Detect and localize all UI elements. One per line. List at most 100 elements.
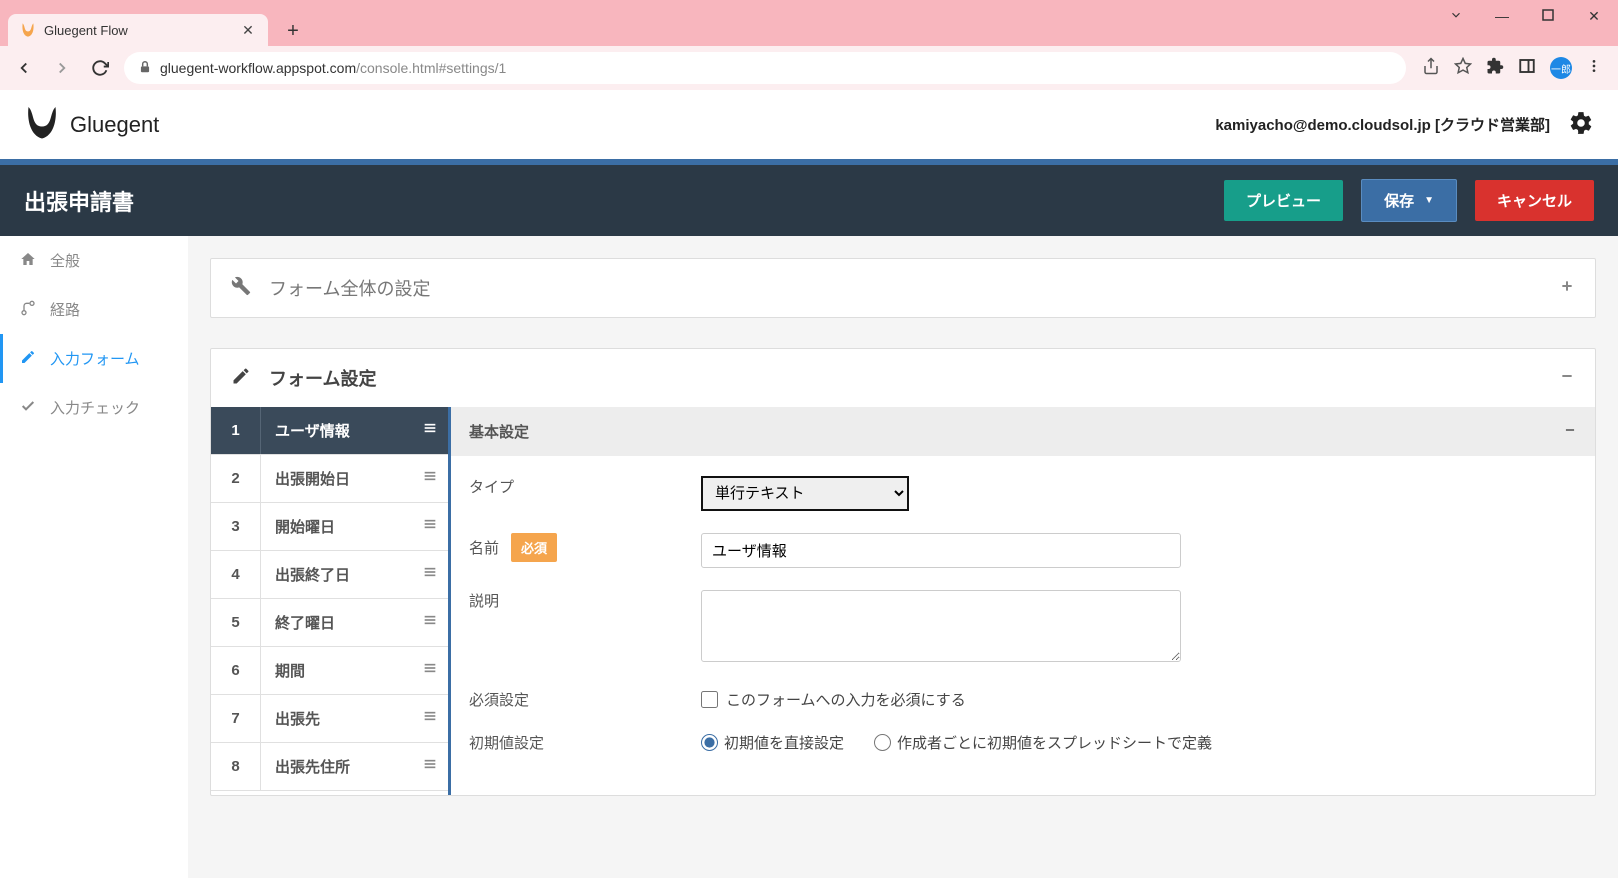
url-text: gluegent-workflow.appspot.com/console.ht… [160, 60, 506, 76]
field-name: 終了曜日 [261, 612, 412, 633]
window-maximize-icon[interactable] [1534, 8, 1562, 25]
field-row[interactable]: 1ユーザ情報 [211, 407, 448, 455]
cancel-button[interactable]: キャンセル [1475, 180, 1594, 221]
bookmark-icon[interactable] [1454, 57, 1472, 80]
field-list: 1ユーザ情報2出張開始日3開始曜日4出張終了日5終了曜日6期間7出張先8出張先住… [211, 407, 451, 795]
tab-close-icon[interactable]: ✕ [240, 22, 256, 38]
name-input[interactable] [701, 533, 1181, 568]
type-select[interactable]: 単行テキスト [701, 476, 909, 511]
window-chevron-icon[interactable] [1442, 8, 1470, 25]
field-name: 開始曜日 [261, 516, 412, 537]
field-name: ユーザ情報 [261, 420, 412, 441]
home-icon [20, 251, 36, 271]
wrench-icon [231, 276, 251, 301]
profile-avatar[interactable]: 一郎 [1550, 57, 1572, 79]
desc-label: 説明 [469, 590, 499, 611]
field-menu-icon[interactable] [412, 708, 448, 729]
sidebar-item-route[interactable]: 経路 [0, 285, 188, 334]
back-button[interactable] [10, 54, 38, 82]
field-menu-icon[interactable] [412, 420, 448, 441]
field-row[interactable]: 3開始曜日 [211, 503, 448, 551]
desc-textarea[interactable] [701, 590, 1181, 662]
sidebar-item-label: 入力チェック [50, 397, 140, 418]
brand-name: Gluegent [70, 112, 159, 138]
brand-logo[interactable]: Gluegent [24, 104, 159, 145]
required-setting-label: 必須設定 [469, 689, 529, 710]
sidebar-item-label: 入力フォーム [50, 348, 140, 369]
user-label: kamiyacho@demo.cloudsol.jp [クラウド営業部] [1215, 114, 1550, 135]
field-menu-icon[interactable] [412, 516, 448, 537]
field-number: 1 [211, 407, 261, 454]
field-menu-icon[interactable] [412, 468, 448, 489]
document-action-bar: 出張申請書 プレビュー 保存▼ キャンセル [0, 165, 1618, 236]
chevron-down-icon: ▼ [1424, 195, 1434, 206]
sidebar: 全般 経路 入力フォーム 入力チェック [0, 236, 188, 878]
favicon-icon [20, 22, 36, 38]
panel-icon[interactable] [1518, 57, 1536, 80]
document-title: 出張申請書 [24, 185, 134, 217]
collapse-icon[interactable] [1559, 368, 1575, 389]
required-checkbox[interactable] [701, 691, 718, 708]
reload-button[interactable] [86, 54, 114, 82]
extensions-icon[interactable] [1486, 57, 1504, 80]
panel-form-global: フォーム全体の設定 [210, 258, 1596, 318]
lock-icon [138, 60, 152, 77]
expand-icon[interactable] [1559, 278, 1575, 299]
field-menu-icon[interactable] [412, 660, 448, 681]
window-close-icon[interactable]: ✕ [1580, 8, 1608, 25]
field-number: 2 [211, 455, 261, 502]
field-number: 4 [211, 551, 261, 598]
field-name: 出張終了日 [261, 564, 412, 585]
type-label: タイプ [469, 476, 514, 497]
window-minimize-icon[interactable]: — [1488, 8, 1516, 25]
field-row[interactable]: 5終了曜日 [211, 599, 448, 647]
field-name: 出張先 [261, 708, 412, 729]
browser-menu-icon[interactable] [1586, 58, 1602, 79]
init-radio-sheet-input[interactable] [874, 734, 891, 751]
logo-icon [24, 104, 60, 145]
sidebar-item-label: 全般 [50, 250, 80, 271]
sidebar-item-general[interactable]: 全般 [0, 236, 188, 285]
field-number: 7 [211, 695, 261, 742]
field-number: 8 [211, 743, 261, 790]
panel-title: フォーム全体の設定 [269, 275, 430, 301]
sidebar-item-input-form[interactable]: 入力フォーム [0, 334, 188, 383]
address-bar[interactable]: gluegent-workflow.appspot.com/console.ht… [124, 52, 1406, 84]
app-header: Gluegent kamiyacho@demo.cloudsol.jp [クラウ… [0, 90, 1618, 159]
field-name: 出張先住所 [261, 756, 412, 777]
preview-button[interactable]: プレビュー [1224, 180, 1343, 221]
init-radio-sheet[interactable]: 作成者ごとに初期値をスプレッドシートで定義 [874, 732, 1212, 753]
field-name: 出張開始日 [261, 468, 412, 489]
panel-form-settings: フォーム設定 1ユーザ情報2出張開始日3開始曜日4出張終了日5終了曜日6期間7出… [210, 348, 1596, 796]
field-name: 期間 [261, 660, 412, 681]
init-setting-label: 初期値設定 [469, 732, 544, 753]
field-number: 5 [211, 599, 261, 646]
share-icon[interactable] [1422, 57, 1440, 80]
collapse-icon[interactable] [1563, 423, 1577, 441]
field-row[interactable]: 4出張終了日 [211, 551, 448, 599]
required-checkbox-label[interactable]: このフォームへの入力を必須にする [701, 689, 966, 710]
settings-gear-icon[interactable] [1568, 110, 1594, 140]
field-number: 3 [211, 503, 261, 550]
new-tab-button[interactable]: + [278, 16, 308, 46]
field-menu-icon[interactable] [412, 756, 448, 777]
save-button[interactable]: 保存▼ [1361, 179, 1457, 222]
field-menu-icon[interactable] [412, 564, 448, 585]
init-radio-direct-input[interactable] [701, 734, 718, 751]
check-icon [20, 398, 36, 418]
panel-title: フォーム設定 [269, 365, 376, 391]
required-badge: 必須 [511, 533, 557, 562]
tab-title: Gluegent Flow [44, 23, 232, 38]
field-row[interactable]: 8出張先住所 [211, 743, 448, 791]
field-row[interactable]: 6期間 [211, 647, 448, 695]
field-row[interactable]: 2出張開始日 [211, 455, 448, 503]
field-row[interactable]: 7出張先 [211, 695, 448, 743]
forward-button[interactable] [48, 54, 76, 82]
field-menu-icon[interactable] [412, 612, 448, 633]
browser-tab[interactable]: Gluegent Flow ✕ [8, 14, 268, 46]
sidebar-item-label: 経路 [50, 299, 80, 320]
pencil-icon [20, 349, 36, 369]
sidebar-item-input-check[interactable]: 入力チェック [0, 383, 188, 432]
form-config: 基本設定 タイプ 単行テキスト 名前 [451, 407, 1595, 795]
init-radio-direct[interactable]: 初期値を直接設定 [701, 732, 844, 753]
